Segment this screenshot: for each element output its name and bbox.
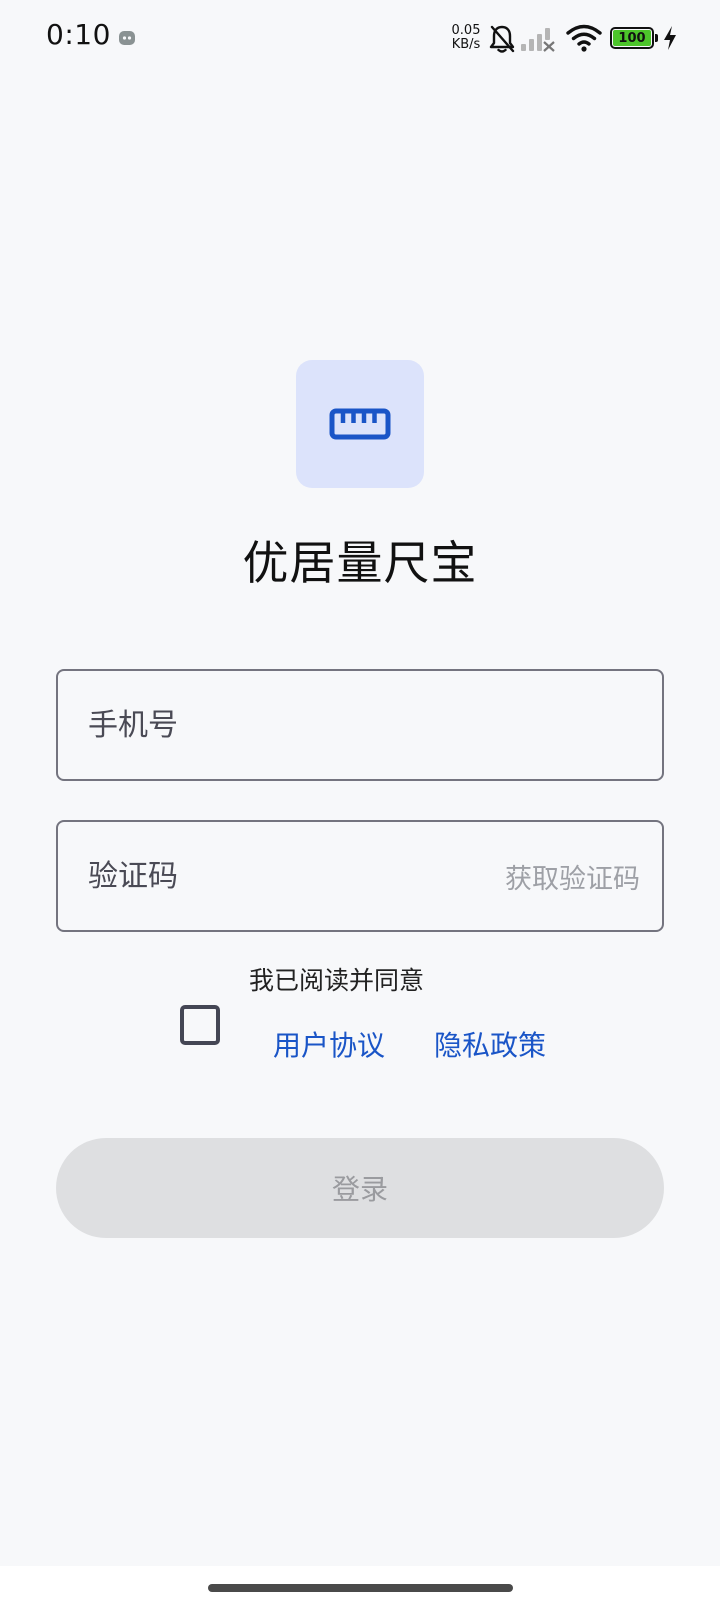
user-agreement-link[interactable]: 用户协议 [273, 1024, 385, 1064]
app-logo [296, 360, 424, 488]
network-speed: 0.05 KB/s [448, 24, 484, 52]
verification-code-field[interactable]: 获取验证码 [56, 820, 664, 932]
app-notification-icon [119, 31, 135, 45]
signal-icon [521, 28, 555, 52]
get-code-button[interactable]: 获取验证码 [505, 822, 640, 930]
app-title: 优居量尺宝 [242, 536, 478, 590]
login-button[interactable]: 登录 [56, 1138, 664, 1238]
ruler-icon [329, 408, 391, 440]
network-speed-value: 0.05 [451, 23, 481, 38]
phone-input[interactable] [88, 671, 508, 779]
battery-indicator: 100 [610, 27, 654, 49]
network-speed-unit: KB/s [451, 37, 481, 52]
phone-field[interactable] [56, 669, 664, 781]
home-gesture-handle[interactable] [208, 1584, 513, 1592]
verification-code-input[interactable] [88, 822, 508, 930]
privacy-policy-link[interactable]: 隐私政策 [434, 1024, 546, 1064]
wifi-icon [566, 24, 602, 52]
bell-muted-icon [489, 25, 515, 53]
navigation-bar [0, 1566, 720, 1600]
status-bar: 0:10 0.05 KB/s 100 [0, 0, 720, 80]
status-time: 0:10 [46, 18, 111, 51]
battery-level: 100 [613, 30, 651, 46]
charging-icon [664, 26, 676, 50]
agreement-checkbox[interactable] [180, 1005, 220, 1045]
agreement-text: 我已阅读并同意 [249, 966, 425, 995]
battery-cap [655, 34, 658, 42]
